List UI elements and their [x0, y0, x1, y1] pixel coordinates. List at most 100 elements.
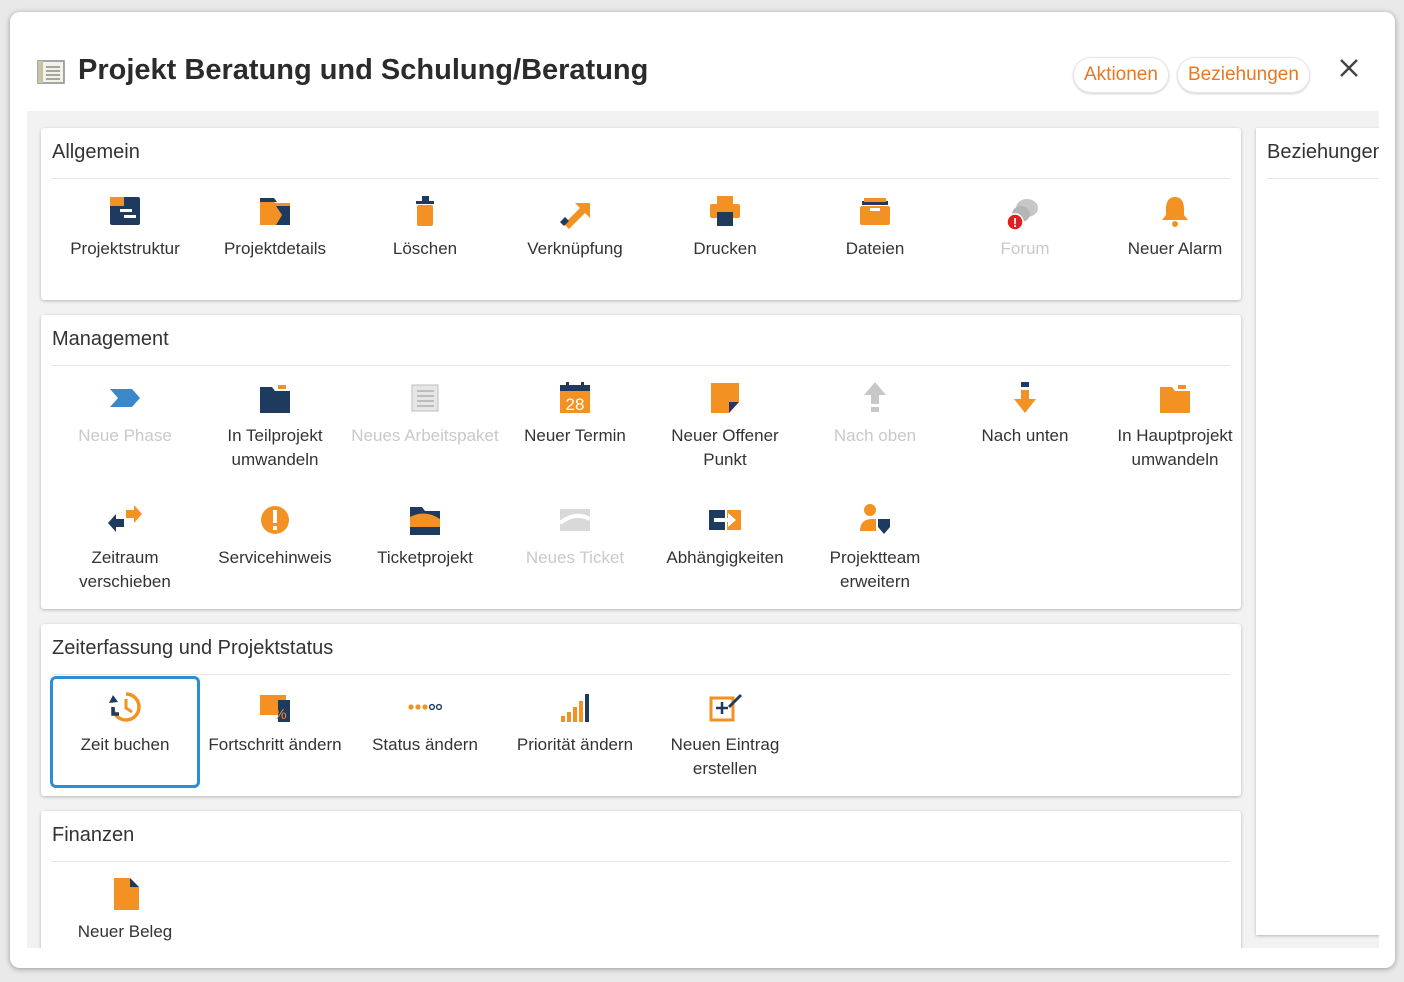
tile-label: Ticketprojekt — [377, 548, 473, 567]
tile-label: Dateien — [845, 239, 905, 258]
section-management: Management Neue Phase In Teilprojekt umwa… — [41, 315, 1241, 609]
tile-projektdetails[interactable]: Projektdetails — [200, 180, 350, 292]
arrow-down-icon — [1014, 382, 1036, 413]
tile-servicehinweis[interactable]: Servicehinweis — [200, 489, 350, 601]
tile-label: Neues Ticket — [525, 548, 625, 567]
svg-text:%: % — [273, 706, 286, 723]
tile-neuer-termin[interactable]: 28 Neuer Termin — [500, 367, 650, 479]
calendar-day-number: 28 — [566, 395, 585, 414]
tile-label: Neuer Offener Punkt — [671, 426, 779, 469]
divider — [52, 178, 1230, 179]
tile-projektstruktur[interactable]: Projektstruktur — [50, 180, 200, 292]
tile-verknuepfung[interactable]: Verknüpfung — [500, 180, 650, 292]
alert-badge-icon: ! — [1006, 213, 1024, 230]
tile-forum: ! Forum — [950, 180, 1100, 292]
divider — [52, 365, 1230, 366]
ticket-folder-icon — [410, 507, 440, 535]
shift-arrows-icon — [108, 505, 142, 532]
tile-neuer-alarm[interactable]: Neuer Alarm — [1100, 180, 1241, 292]
tile-label: Priorität ändern — [516, 735, 634, 754]
section-zeiterfassung: Zeiterfassung und Projektstatus Zeit buc… — [41, 624, 1241, 796]
status-dots-icon — [408, 703, 443, 711]
tile-prioritaet-aendern[interactable]: Priorität ändern — [500, 676, 650, 788]
project-details-icon — [260, 198, 290, 225]
document-icon — [114, 878, 139, 910]
tile-label: Zeitraum verschieben — [79, 548, 171, 591]
tile-label: Nach oben — [833, 426, 917, 445]
section-finanzen: Finanzen Neuer Beleg — [41, 811, 1241, 948]
tile-label: Löschen — [392, 239, 458, 258]
project-list-icon — [37, 60, 65, 84]
tile-in-teilprojekt-umwandeln[interactable]: In Teilprojekt umwandeln — [200, 367, 350, 479]
tile-label: Nach unten — [981, 426, 1069, 445]
relations-panel-title: Beziehungen — [1267, 141, 1379, 163]
dialog-header: Projekt Beratung und Schulung/Beratung A… — [10, 12, 1395, 112]
arrow-up-icon — [864, 382, 886, 412]
relations-button[interactable]: Beziehungen — [1177, 57, 1310, 93]
tile-label: Projektteam erweitern — [829, 548, 921, 591]
tile-zeitraum-verschieben[interactable]: Zeitraum verschieben — [50, 489, 200, 601]
content-scroll-area[interactable]: Allgemein Projektstruktur Projektdetails L… — [27, 111, 1379, 948]
printer-icon — [710, 196, 740, 226]
tile-zeit-buchen[interactable]: Zeit buchen — [50, 676, 200, 788]
tile-label: Projektdetails — [223, 239, 327, 258]
tile-label: In Hauptprojekt umwandeln — [1117, 426, 1233, 469]
close-icon[interactable] — [1335, 54, 1363, 82]
tile-neuen-eintrag-erstellen[interactable]: Neuen Eintrag erstellen — [650, 676, 800, 788]
section-allgemein: Allgemein Projektstruktur Projektdetails L… — [41, 128, 1241, 300]
tile-label: Neuer Termin — [524, 426, 626, 445]
work-package-icon — [411, 384, 439, 412]
ticket-icon — [558, 509, 591, 531]
section-title: Zeiterfassung und Projektstatus — [52, 637, 334, 659]
tile-dateien[interactable]: Dateien — [800, 180, 950, 292]
service-alert-icon — [261, 506, 289, 534]
tile-label: Forum — [1000, 239, 1050, 258]
tile-neues-arbeitspaket: Neues Arbeitspaket — [350, 367, 500, 479]
tile-nach-unten[interactable]: Nach unten — [950, 367, 1100, 479]
tile-abhaengigkeiten[interactable]: Abhängigkeiten — [650, 489, 800, 601]
tile-label: Neuen Eintrag erstellen — [670, 735, 780, 778]
dependencies-icon — [709, 510, 741, 530]
tile-neues-ticket: Neues Ticket — [500, 489, 650, 601]
phase-icon — [110, 389, 140, 407]
actions-button[interactable]: Aktionen — [1073, 57, 1169, 93]
tile-label: Abhängigkeiten — [666, 548, 784, 567]
divider — [52, 674, 1230, 675]
tile-label: In Teilprojekt umwandeln — [227, 426, 323, 469]
tile-label: Neue Phase — [78, 426, 172, 445]
tile-fortschritt-aendern[interactable]: % Fortschritt ändern — [200, 676, 350, 788]
tile-loeschen[interactable]: Löschen — [350, 180, 500, 292]
tile-neuer-beleg[interactable]: Neuer Beleg — [50, 863, 200, 948]
tile-status-aendern[interactable]: Status ändern — [350, 676, 500, 788]
folder-orange-icon — [1160, 385, 1190, 413]
trash-icon — [416, 196, 434, 226]
tile-label: Projektstruktur — [70, 239, 180, 258]
tile-projektteam-erweitern[interactable]: Projektteam erweitern — [800, 489, 950, 601]
files-icon — [860, 198, 890, 225]
tile-label: Servicehinweis — [218, 548, 332, 567]
tile-nach-oben: Nach oben — [800, 367, 950, 479]
tile-label: Zeit buchen — [80, 735, 170, 754]
dialog-content: Allgemein Projektstruktur Projektdetails L… — [27, 111, 1379, 948]
team-icon — [860, 504, 890, 534]
tile-label: Neues Arbeitspaket — [351, 426, 499, 445]
section-title: Management — [52, 328, 169, 350]
tile-label: Drucken — [693, 239, 757, 258]
bell-icon — [1162, 197, 1188, 227]
sticky-note-icon — [711, 383, 739, 413]
tile-neuer-offener-punkt[interactable]: Neuer Offener Punkt — [650, 367, 800, 479]
tile-drucken[interactable]: Drucken — [650, 180, 800, 292]
clock-history-icon — [109, 692, 141, 722]
project-structure-icon — [110, 197, 140, 225]
tile-ticketprojekt[interactable]: Ticketprojekt — [350, 489, 500, 601]
section-title: Finanzen — [52, 824, 135, 846]
tile-label: Fortschritt ändern — [208, 735, 342, 754]
forum-icon: ! — [1006, 199, 1038, 230]
progress-icon: % — [260, 695, 290, 723]
tile-in-hauptprojekt-umwandeln[interactable]: In Hauptprojekt umwandeln — [1100, 367, 1241, 479]
divider — [1267, 178, 1379, 179]
priority-bars-icon — [561, 694, 589, 722]
tile-label: Neuer Alarm — [1127, 239, 1223, 258]
tile-label: Status ändern — [372, 735, 478, 754]
new-entry-icon — [709, 694, 742, 722]
